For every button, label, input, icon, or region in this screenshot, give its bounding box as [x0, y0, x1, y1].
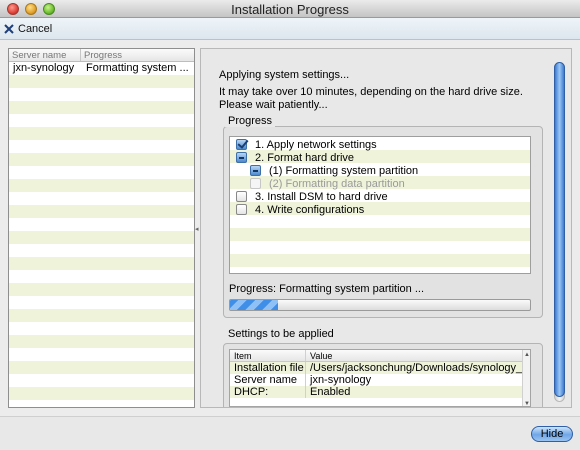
step-item: 4. Write configurations — [236, 203, 364, 216]
split-view-handle-icon[interactable]: ◂ — [195, 225, 199, 233]
step-label: (1) Formatting system partition — [269, 164, 419, 177]
step-label: (2) Formatting data partition — [269, 177, 405, 190]
cancel-button[interactable]: Cancel — [4, 21, 52, 37]
details-content: Applying system settings... It may take … — [201, 49, 548, 407]
setting-item-cell: DHCP: — [230, 386, 306, 398]
column-header-value[interactable]: Value — [306, 350, 530, 361]
checkbox-checked-icon — [236, 139, 247, 150]
settings-table-scrollbar[interactable]: ▲ ▼ — [522, 350, 530, 406]
info-message: It may take over 10 minutes, depending o… — [219, 86, 523, 111]
step-label: 1. Apply network settings — [255, 138, 377, 151]
settings-group-title: Settings to be applied — [225, 328, 337, 340]
step-item: 1. Apply network settings — [236, 138, 377, 151]
title-bar: Installation Progress — [0, 0, 580, 18]
column-header-progress[interactable]: Progress — [81, 49, 125, 61]
column-header-item[interactable]: Item — [230, 350, 306, 361]
step-checklist: 1. Apply network settings 2. Format hard… — [229, 136, 531, 274]
progress-group-title: Progress — [225, 115, 276, 127]
server-row[interactable]: jxn-synology Formatting system ... — [9, 62, 194, 75]
server-list: Server name Progress jxn-synology Format… — [8, 48, 195, 408]
setting-value-cell: jxn-synology — [310, 374, 372, 386]
step-item: (1) Formatting system partition — [250, 164, 418, 177]
hide-button[interactable]: Hide — [531, 426, 573, 442]
checkbox-mixed-icon — [236, 152, 247, 163]
step-label: 3. Install DSM to hard drive — [255, 190, 388, 203]
setting-value-cell: Enabled — [310, 386, 351, 398]
details-scrollbar[interactable] — [549, 49, 571, 407]
server-progress-cell: Formatting system ... — [86, 62, 189, 74]
toolbar: Cancel — [0, 18, 580, 40]
checkbox-disabled-icon — [250, 178, 261, 189]
step-label: 2. Format hard drive — [255, 151, 355, 164]
setting-value-cell: /Users/jacksonchung/Downloads/synology_8… — [310, 362, 530, 374]
step-item: 2. Format hard drive — [236, 151, 354, 164]
settings-table-header: Item Value — [230, 350, 530, 362]
progress-bar — [229, 299, 531, 311]
window-title: Installation Progress — [231, 2, 349, 17]
progress-bar-fill — [230, 300, 278, 310]
settings-row[interactable]: Server name jxn-synology — [230, 374, 530, 386]
checkbox-empty-icon — [236, 191, 247, 202]
step-label: 4. Write configurations — [255, 203, 365, 216]
setting-item-cell: Installation file — [230, 362, 306, 374]
checkbox-mixed-icon — [250, 165, 261, 176]
scroll-down-arrow-icon[interactable]: ▼ — [524, 401, 530, 406]
cancel-label: Cancel — [18, 23, 53, 35]
cancel-icon — [4, 24, 14, 34]
server-name-cell: jxn-synology — [13, 62, 75, 74]
scrollbar-thumb[interactable] — [554, 62, 565, 397]
step-item: 3. Install DSM to hard drive — [236, 190, 388, 203]
server-list-rows: jxn-synology Formatting system ... — [9, 62, 194, 407]
step-item: (2) Formatting data partition — [250, 177, 405, 190]
server-list-header: Server name Progress — [9, 49, 194, 62]
setting-item-cell: Server name — [230, 374, 306, 386]
scroll-up-arrow-icon[interactable]: ▲ — [524, 352, 530, 358]
status-line: Applying system settings... — [219, 69, 350, 81]
settings-table-body: Installation file /Users/jacksonchung/Do… — [230, 362, 530, 398]
footer-bar — [0, 416, 580, 450]
progress-text: Progress: Formatting system partition ..… — [229, 283, 425, 295]
column-header-server-name[interactable]: Server name — [9, 49, 81, 61]
checkbox-empty-icon — [236, 204, 247, 215]
settings-row[interactable]: DHCP: Enabled — [230, 386, 530, 398]
settings-table: Item Value Installation file /Users/jack… — [229, 349, 531, 407]
details-pane: Applying system settings... It may take … — [200, 48, 572, 408]
settings-row[interactable]: Installation file /Users/jacksonchung/Do… — [230, 362, 530, 374]
